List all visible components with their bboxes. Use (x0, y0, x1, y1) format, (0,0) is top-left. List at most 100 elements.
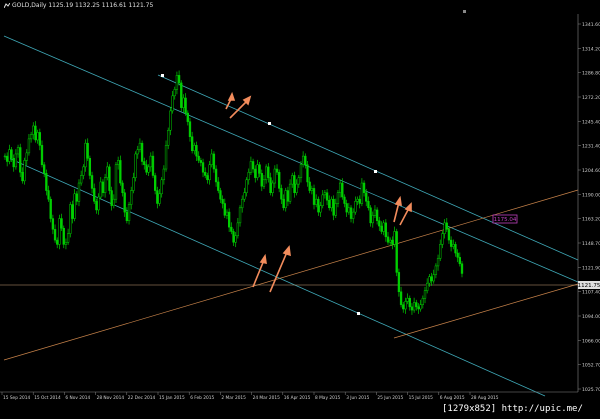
candle-body (195, 145, 198, 157)
time-tick-label: 15 Sep 2014 (3, 395, 30, 401)
time-tick-label: 28 Nov 2014 (97, 395, 125, 401)
candle-body (243, 192, 246, 200)
candle-body (49, 198, 52, 219)
candle-body (321, 194, 324, 206)
candle-body (103, 177, 107, 193)
candle-body (56, 239, 59, 245)
candle-body (423, 290, 427, 299)
candle-body (404, 301, 407, 310)
candle-body (436, 258, 440, 267)
candle-body (241, 198, 244, 209)
candle-body (454, 244, 457, 254)
candle-body (367, 201, 370, 209)
candle-body (343, 196, 346, 204)
candle-body (10, 149, 13, 159)
candle-body (319, 205, 322, 213)
price-tick-label: 1052.70 (582, 363, 600, 369)
candle-body (295, 183, 298, 193)
price-chart[interactable]: 1341.60 1314.20 1286.80 1272.20 1245.40 1231.… (0, 0, 600, 419)
candle-body (77, 182, 81, 202)
candle-body (315, 198, 318, 205)
candle-body (134, 153, 137, 178)
time-tick-label: 28 Aug 2015 (471, 395, 499, 401)
candle-body (410, 306, 414, 311)
candle-body (452, 244, 455, 247)
candle-body (395, 231, 398, 273)
candle-body (227, 211, 231, 228)
candle-body (160, 179, 163, 195)
candle-body (317, 198, 320, 213)
candle-body (132, 177, 135, 191)
candle-body (43, 164, 46, 174)
candle-body (304, 155, 307, 165)
candle-body (280, 188, 283, 200)
anchor-point[interactable] (357, 312, 360, 315)
candle-body (430, 276, 433, 282)
candle-body (282, 198, 285, 209)
time-tick-label: 6 Nov 2014 (65, 395, 90, 401)
candle-body (393, 231, 396, 245)
candle-body (158, 193, 161, 204)
candle-body (412, 302, 416, 311)
candle-body (356, 198, 359, 202)
candle-body (408, 297, 411, 308)
candle-body (278, 172, 281, 189)
candle-body (8, 149, 11, 162)
candle-body (291, 175, 294, 185)
time-tick-label: 15 Jul 2015 (409, 395, 434, 401)
candle-body (262, 179, 266, 187)
price-tick-label: 1094.00 (582, 314, 600, 320)
candle-body (101, 181, 105, 193)
candle-body (112, 198, 115, 206)
current-price-tag: 1121.75 (578, 281, 600, 289)
candle-body (238, 207, 242, 224)
candle-body (338, 182, 342, 193)
price-tick-label: 1121.90 (582, 265, 600, 271)
candle-body (306, 164, 309, 183)
candle-body (389, 239, 392, 243)
anchor-point[interactable] (161, 74, 164, 77)
candle-body (236, 222, 240, 237)
price-tick-label: 1148.70 (582, 241, 600, 247)
candle-body (125, 211, 129, 221)
candle-body (426, 282, 429, 291)
candle-body (219, 190, 222, 200)
candle-body (443, 222, 446, 234)
candle-body (121, 182, 124, 193)
candle-body (143, 161, 146, 165)
candle-body (445, 222, 448, 230)
window-control-icon[interactable] (463, 10, 466, 13)
candle-body (34, 125, 37, 141)
candle-body (66, 233, 70, 243)
candle-body (29, 134, 33, 140)
candle-body (380, 225, 383, 232)
candle-body (354, 201, 357, 213)
candle-body (14, 153, 18, 168)
candle-body (73, 193, 76, 219)
chart-type-icon (3, 2, 11, 9)
candle-body (330, 198, 333, 209)
anchor-point[interactable] (374, 170, 377, 173)
candle-body (173, 89, 176, 97)
candle-body (147, 166, 150, 173)
candle-body (297, 177, 300, 185)
candle-body (210, 153, 213, 165)
candle-body (434, 265, 438, 275)
candle-body (419, 304, 422, 310)
time-tick-label: 8 May 2015 (315, 395, 341, 401)
candle-body (232, 231, 235, 243)
watermark-text: [1279x852] http://upic.me/ (442, 404, 583, 414)
marker-price-tag[interactable]: 1175.04 (492, 214, 518, 224)
candle-body (38, 132, 41, 146)
price-tick-label: 1107.40 (582, 290, 600, 296)
candle-body (123, 192, 126, 213)
candle-body (140, 142, 144, 162)
anchor-point[interactable] (268, 122, 271, 125)
candle-body (80, 175, 83, 184)
candle-body (82, 166, 85, 176)
candle-body (51, 218, 55, 230)
price-tick-label: 1163.20 (582, 217, 600, 223)
candle-body (177, 75, 181, 84)
candle-body (32, 125, 35, 135)
candle-body (362, 182, 366, 193)
